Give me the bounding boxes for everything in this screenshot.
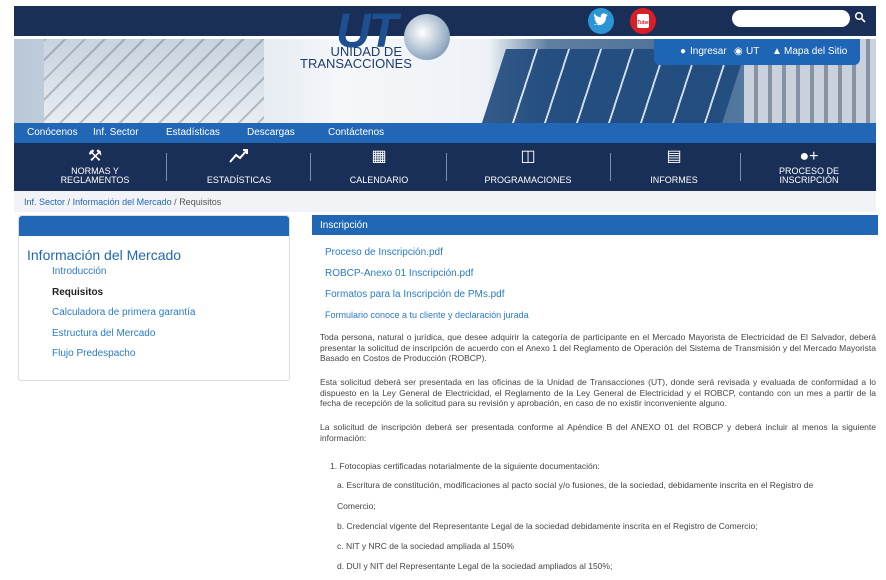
list-item-1: 1. Fotocopias certificadas notarialmente… [330,461,600,471]
sitemap-icon: ▲ [772,46,782,57]
iconnav-label: INSCRIPCIÓN [779,175,839,185]
breadcrumb: Inf. Sector / Información del Mercado / … [14,191,876,212]
logo-globe-icon [404,14,450,60]
sidebar-item-introduccion[interactable]: Introducción [52,266,106,277]
logo-line-2: TRANSACCIONES [300,56,412,71]
breadcrumb-informacion[interactable]: Información del Mercado [73,197,172,207]
globe-icon: ◉ [734,46,743,57]
list-subitem-c: c. NIT y NRC de la sociedad ampliada al … [337,541,515,551]
main-nav: Conócenos Inf. Sector Estadísticas Desca… [14,123,876,143]
ut-link[interactable]: UT [746,46,759,57]
breadcrumb-inf-sector[interactable]: Inf. Sector [24,197,65,207]
iconnav-informes[interactable]: ▤ INFORMES [634,147,714,187]
excel-file-icon: ◫ [520,148,536,165]
iconnav-label: REGLAMENTOS [60,175,130,185]
power-lines-image [44,39,264,123]
divider [740,153,741,181]
nav-inf-sector[interactable]: Inf. Sector [93,127,139,138]
link-proceso-inscripcion[interactable]: Proceso de Inscripción.pdf [325,247,443,258]
search-input[interactable] [732,10,850,27]
link-formatos[interactable]: Formatos para la Inscripción de PMs.pdf [325,289,505,300]
logo-text: UNIDAD DE TRANSACCIONES [300,45,412,71]
login-link[interactable]: Ingresar [690,46,727,57]
sidebar: Información del Mercado Introducción Req… [18,215,290,381]
user-icon: ● [680,46,687,57]
search-icon[interactable] [854,11,868,25]
paragraph-1: Toda persona, natural o jurídica, que de… [320,332,876,363]
breadcrumb-separator: / [67,197,71,207]
nav-conocenos[interactable]: Conócenos [27,127,78,138]
sidebar-item-calculadora[interactable]: Calculadora de primera garantía [52,307,195,318]
sitemap-link[interactable]: Mapa del Sitio [784,46,847,57]
iconnav-label: CALENDARIO [349,175,409,185]
sidebar-item-flujo[interactable]: Flujo Predespacho [52,348,135,359]
nav-descargas[interactable]: Descargas [247,127,295,138]
svg-text:Tube: Tube [637,20,649,26]
gavel-icon: ⚒ [87,148,103,165]
content-heading: Inscripción [312,215,878,235]
sidebar-item-requisitos[interactable]: Requisitos [52,287,103,298]
list-subitem-a-cont: Comercio; [337,501,376,511]
list-subitem-b: b. Credencial vigente del Representante … [337,521,758,531]
book-icon: ▤ [666,148,682,165]
link-robcp-anexo[interactable]: ROBCP-Anexo 01 Inscripción.pdf [325,268,473,279]
nav-contactenos[interactable]: Contáctenos [328,127,384,138]
breadcrumb-separator: / [174,197,177,207]
iconnav-programaciones[interactable]: ◫ PROGRAMACIONES [470,147,586,187]
paragraph-2: Esta solicitud deberá ser presentada en … [320,377,876,408]
utility-menu: ● Ingresar ◉ UT ▲ Mapa del Sitio [654,39,860,65]
iconnav-calendario[interactable]: ▦ CALENDARIO [334,147,424,187]
sidebar-header [19,216,289,236]
link-formulario[interactable]: Formulario conoce a tu cliente y declara… [325,310,529,320]
sidebar-item-estructura[interactable]: Estructura del Mercado [52,328,155,339]
chart-line-icon [194,147,284,167]
divider [166,153,167,181]
list-subitem-a: a. Escritura de constitución, modificaci… [337,480,814,490]
sidebar-title: Información del Mercado [27,247,182,263]
youtube-icon[interactable]: Tube [630,8,656,34]
iconnav-label: INFORMES [650,175,698,185]
divider [310,153,311,181]
add-user-icon: ●+ [799,148,819,165]
iconnav-estadisticas[interactable]: ESTADÍSTICAS [194,147,284,187]
list-subitem-d: d. DUI y NIT del Representante Legal de … [337,561,613,571]
calendar-icon: ▦ [371,148,387,165]
nav-estadisticas[interactable]: Estadísticas [166,127,220,138]
breadcrumb-current: Requisitos [179,197,222,207]
divider [610,153,611,181]
paragraph-3: La solicitud de inscripción deberá ser p… [320,422,876,443]
twitter-icon[interactable] [588,8,614,34]
iconnav-label: PROGRAMACIONES [484,175,572,185]
iconnav-inscripcion[interactable]: ●+ PROCESO DE INSCRIPCIÓN [764,147,854,187]
iconnav-normas[interactable]: ⚒ NORMAS Y REGLAMENTOS [50,147,140,187]
main-content: Inscripción Proceso de Inscripción.pdf R… [312,215,878,580]
divider [446,153,447,181]
icon-nav: ⚒ NORMAS Y REGLAMENTOS ESTADÍSTICAS ▦ CA… [14,143,876,191]
iconnav-label: ESTADÍSTICAS [206,175,272,185]
